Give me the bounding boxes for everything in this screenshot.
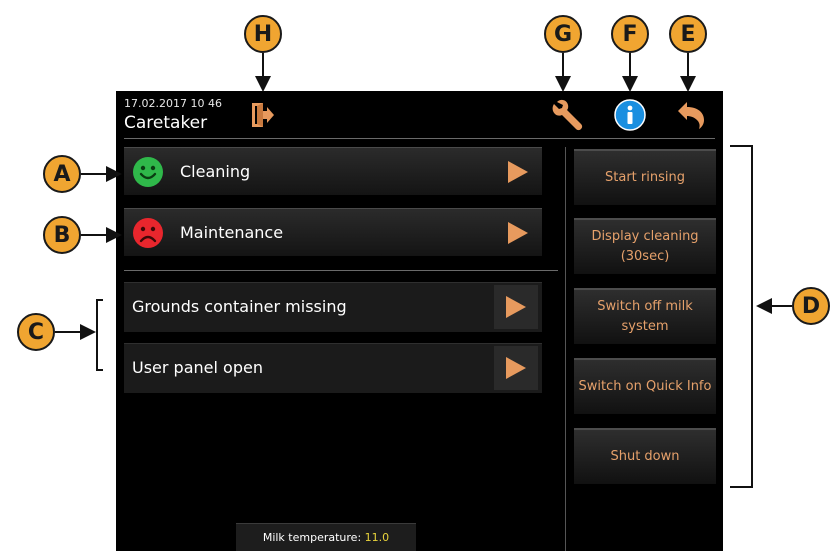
shut-down-label: Shut down — [610, 449, 680, 464]
milk-temperature-label: Milk temperature: — [262, 531, 365, 544]
warning-row-grounds[interactable]: Grounds container missing — [124, 282, 542, 332]
callout-g: G — [544, 15, 582, 53]
smiley-happy-icon — [133, 157, 163, 187]
warning-label-grounds: Grounds container missing — [132, 297, 347, 316]
status-label-cleaning: Cleaning — [180, 162, 251, 181]
milk-temperature-value: 11.0 — [364, 531, 390, 544]
status-row-maintenance[interactable]: Maintenance — [124, 208, 542, 256]
wrench-icon[interactable] — [550, 97, 586, 133]
callout-h: H — [244, 15, 282, 53]
quick-info-button[interactable]: Switch on Quick Info — [574, 358, 716, 414]
display-cleaning-label: Display cleaning (30sec) — [591, 229, 699, 264]
start-rinsing-label: Start rinsing — [605, 170, 685, 185]
warning-row-panel[interactable]: User panel open — [124, 343, 542, 393]
warning-label-panel: User panel open — [132, 358, 263, 377]
callout-a: A — [43, 155, 81, 193]
status-row-cleaning[interactable]: Cleaning — [124, 147, 542, 195]
info-icon[interactable] — [612, 97, 648, 133]
user-role: Caretaker — [124, 113, 208, 133]
smiley-sad-icon — [133, 218, 163, 248]
section-divider — [124, 270, 558, 271]
callout-e: E — [669, 15, 707, 53]
quick-info-label: Switch on Quick Info — [578, 379, 712, 394]
machine-screen: 17.02.2017 10 46 Caretaker Cleaning Main… — [116, 91, 723, 551]
play-arrow-icon — [508, 161, 528, 183]
switch-off-milk-button[interactable]: Switch off milk system — [574, 288, 716, 344]
column-divider — [565, 147, 566, 551]
datetime: 17.02.2017 10 46 — [124, 97, 222, 110]
play-arrow-icon — [506, 296, 526, 318]
callout-c: C — [17, 313, 55, 351]
start-rinsing-button[interactable]: Start rinsing — [574, 149, 716, 205]
switch-off-milk-label: Switch off milk system — [597, 299, 693, 334]
back-arrow-icon[interactable] — [673, 97, 709, 133]
milk-temperature-bar: Milk temperature: 11.0 — [236, 523, 416, 551]
shut-down-button[interactable]: Shut down — [574, 428, 716, 484]
callout-b: B — [43, 216, 81, 254]
warning-open-button[interactable] — [494, 285, 538, 329]
status-label-maintenance: Maintenance — [180, 223, 284, 242]
logout-door-icon[interactable] — [244, 97, 280, 133]
header-divider — [124, 138, 715, 139]
callout-f: F — [611, 15, 649, 53]
play-arrow-icon — [508, 222, 528, 244]
callout-d: D — [792, 287, 830, 325]
warning-open-button[interactable] — [494, 346, 538, 390]
play-arrow-icon — [506, 357, 526, 379]
display-cleaning-button[interactable]: Display cleaning (30sec) — [574, 218, 716, 274]
